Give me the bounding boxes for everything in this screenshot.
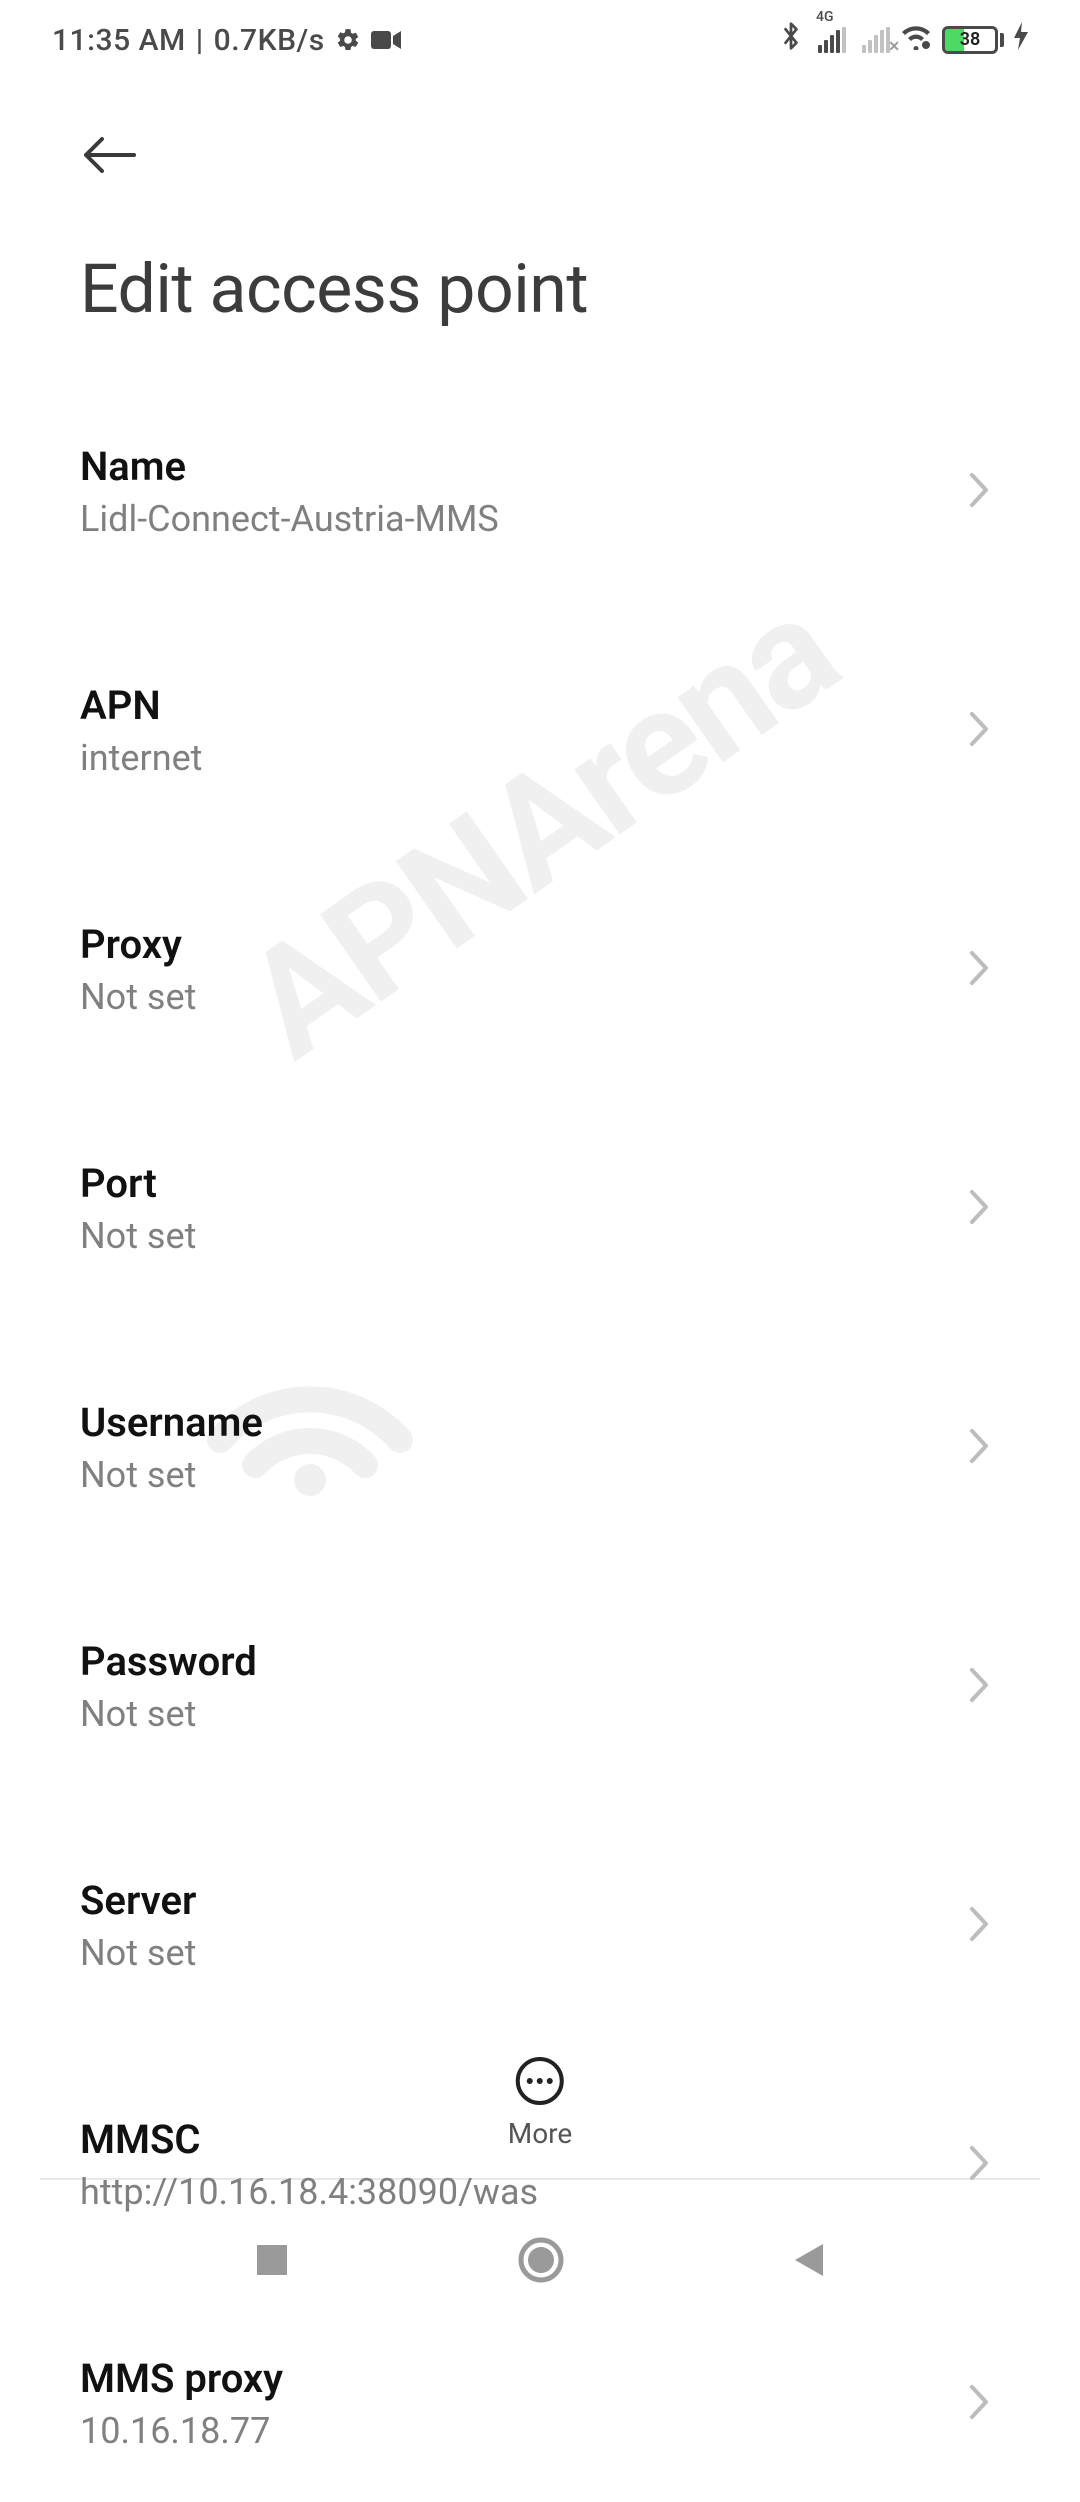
chevron-right-icon: [968, 1666, 990, 1708]
status-bar-right: 4G ✕ 38: [780, 21, 1028, 59]
chevron-right-icon: [968, 1188, 990, 1230]
chevron-right-icon: [968, 1427, 990, 1469]
setting-label: Password: [80, 1638, 257, 1685]
setting-label: Proxy: [80, 921, 196, 968]
setting-value: Not set: [80, 1454, 263, 1496]
setting-username[interactable]: Username Not set: [80, 1355, 1000, 1546]
camera-icon: [371, 29, 401, 51]
setting-value: Not set: [80, 1215, 196, 1257]
battery-icon: 38: [942, 26, 1004, 54]
setting-password[interactable]: Password Not set: [80, 1594, 1000, 1785]
setting-label: Server: [80, 1877, 196, 1924]
page-title: Edit access point: [80, 249, 1000, 329]
setting-label: APN: [80, 682, 202, 729]
settings-list: Name Lidl-Connect-Austria-MMS APN intern…: [80, 399, 1000, 2502]
gear-icon: [335, 27, 361, 53]
chevron-right-icon: [968, 471, 990, 513]
chevron-right-icon: [968, 2383, 990, 2425]
more-label: More: [508, 2117, 573, 2150]
status-net-speed: 0.7KB/s: [214, 23, 325, 58]
setting-apn[interactable]: APN internet: [80, 638, 1000, 829]
setting-value: http://10.16.18.4:38090/was: [80, 2171, 538, 2213]
status-bar-left: 11:35 AM | 0.7KB/s: [52, 23, 401, 58]
setting-value: Not set: [80, 976, 196, 1018]
network-4g-label: 4G: [816, 9, 834, 25]
wifi-icon: [900, 23, 932, 58]
more-icon: [516, 2057, 564, 2105]
bluetooth-icon: [780, 21, 802, 59]
setting-value: Lidl-Connect-Austria-MMS: [80, 498, 499, 540]
setting-value: Not set: [80, 1932, 196, 1974]
signal-sim1-icon: 4G: [818, 27, 846, 53]
setting-label: MMS proxy: [80, 2355, 283, 2402]
signal-sim2-icon: ✕: [862, 27, 890, 53]
status-time: 11:35 AM: [52, 23, 186, 58]
setting-label: Port: [80, 1160, 196, 1207]
setting-label: Username: [80, 1399, 263, 1446]
setting-name[interactable]: Name Lidl-Connect-Austria-MMS: [80, 399, 1000, 590]
no-signal-x-icon: ✕: [888, 39, 900, 55]
more-button[interactable]: More: [308, 2047, 773, 2150]
battery-percent: 38: [945, 29, 995, 51]
chevron-right-icon: [968, 949, 990, 991]
setting-proxy[interactable]: Proxy Not set: [80, 877, 1000, 1068]
back-button[interactable]: [80, 135, 138, 175]
charging-icon: [1014, 22, 1028, 58]
setting-port[interactable]: Port Not set: [80, 1116, 1000, 1307]
chevron-right-icon: [968, 1905, 990, 1947]
chevron-right-icon: [968, 710, 990, 752]
setting-label: Name: [80, 443, 499, 490]
status-bar: 11:35 AM | 0.7KB/s 4G: [0, 0, 1080, 80]
status-divider: |: [196, 23, 204, 58]
setting-server[interactable]: Server Not set: [80, 1833, 1000, 2024]
setting-value: Not set: [80, 1693, 257, 1735]
fade-overlay: [0, 2010, 1080, 2050]
setting-value: internet: [80, 737, 202, 779]
setting-value: 10.16.18.77: [80, 2410, 283, 2452]
chevron-right-icon: [968, 2144, 990, 2186]
